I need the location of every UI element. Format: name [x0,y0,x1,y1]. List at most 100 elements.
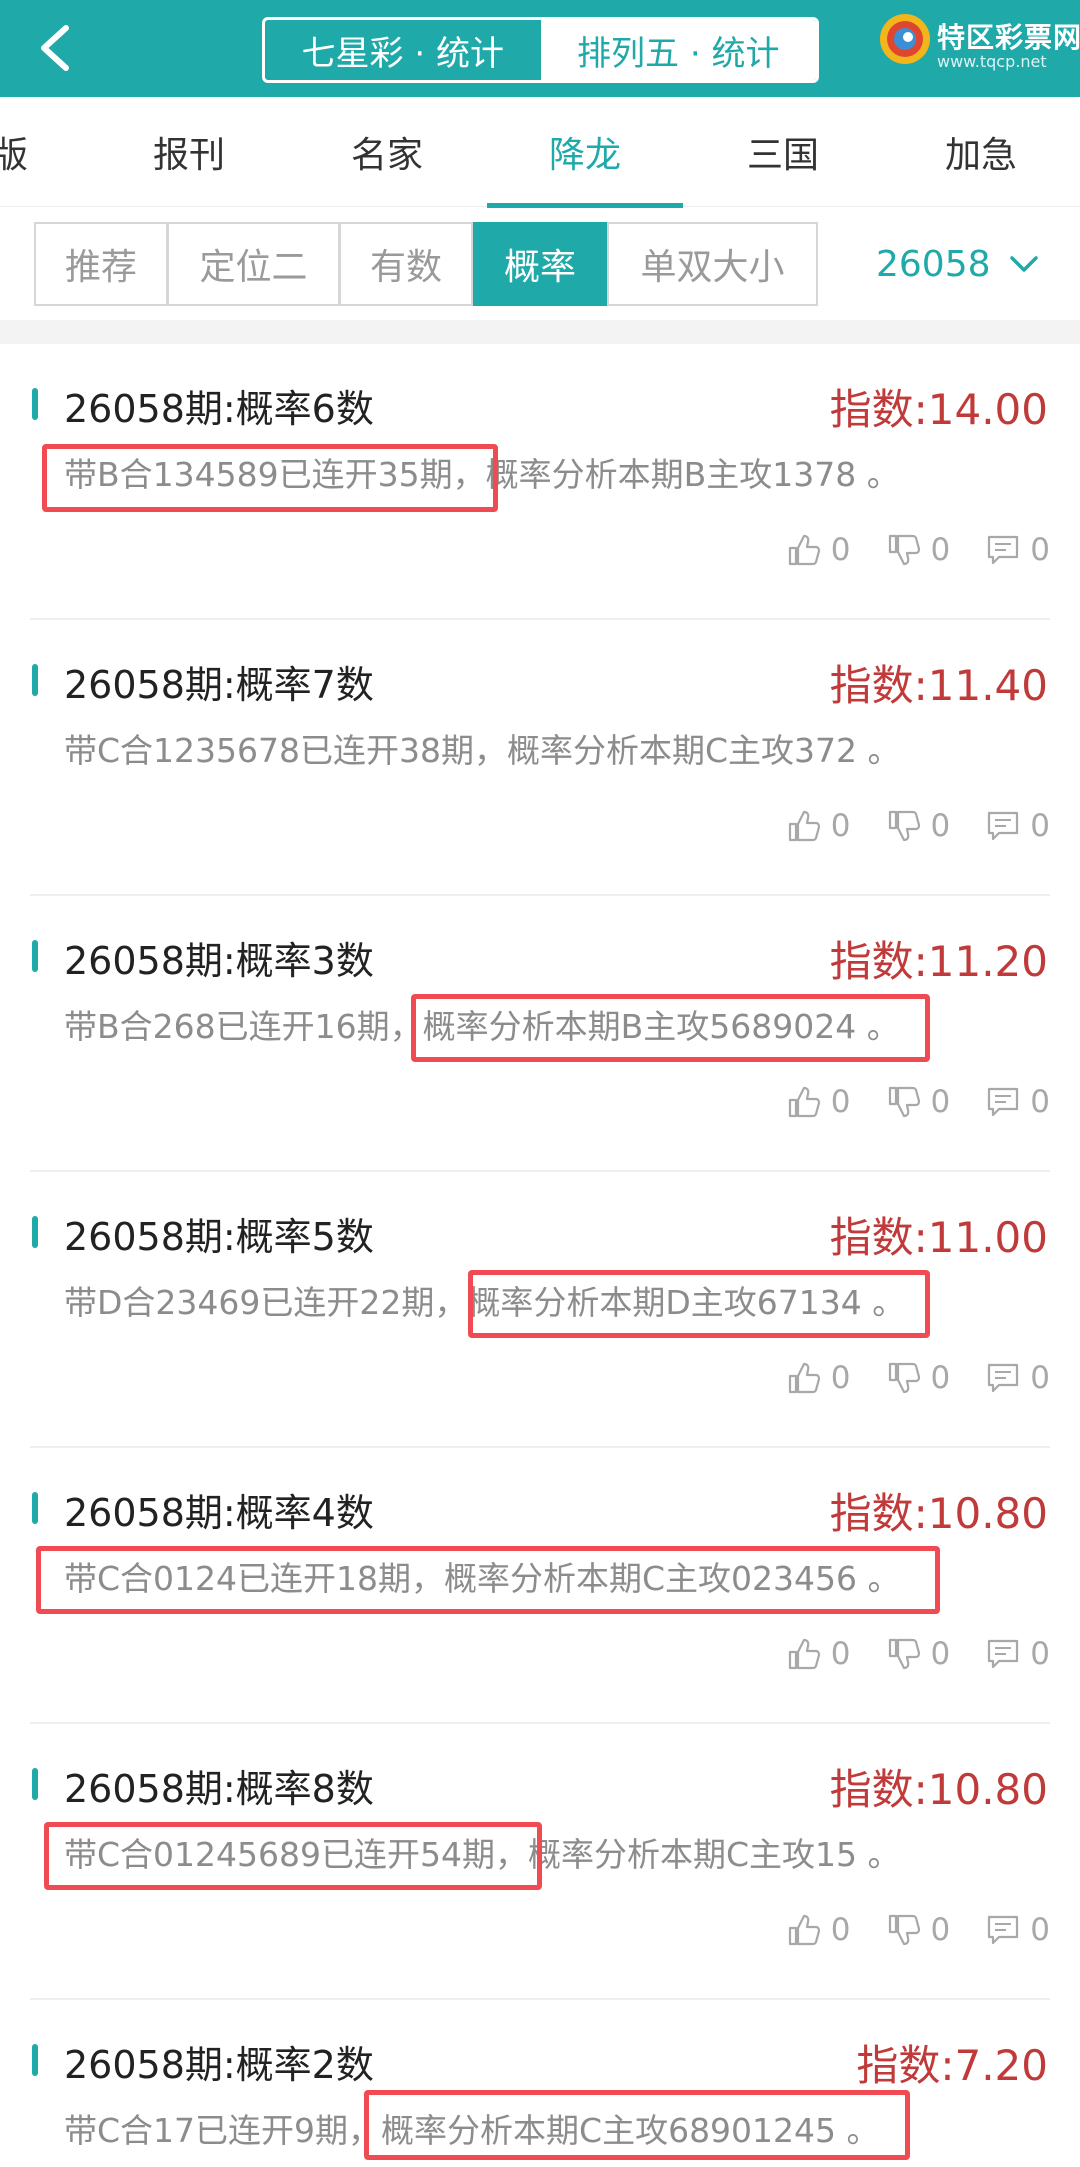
title-accent-bar [32,1492,38,1524]
item-actions: 0 0 0 [751,1082,1050,1122]
item-description: 带C合1235678已连开38期，概率分析本期C主攻372 。 [64,731,901,770]
dislike-count: 0 [930,1360,951,1396]
item-title: 26058期:概率4数 [64,1491,374,1535]
item-title: 26058期:概率6数 [64,387,374,431]
tab-sanguo[interactable]: 三国 [685,97,881,207]
comment-button[interactable]: 0 [986,1912,1050,1948]
filter-danshuang-daxiao[interactable]: 单双大小 [607,222,818,306]
filter-tuijian[interactable]: 推荐 [34,222,168,306]
list-item[interactable]: 26058期:概率2数 指数:7.20 带C合17已连开9期，概率分析本期C主攻… [0,2000,1080,2167]
logo-swirl-icon [880,14,930,64]
filter-youshu[interactable]: 有数 [339,222,473,306]
comment-button[interactable]: 0 [986,808,1050,844]
lottery-segment-control: 七星彩 · 统计 排列五 · 统计 [262,17,819,83]
comment-count: 0 [1030,532,1050,568]
thumbs-down-icon [888,534,920,566]
title-accent-bar [32,2044,38,2076]
like-button[interactable]: 0 [787,1636,851,1672]
thumbs-up-icon [788,1362,820,1394]
item-index-score: 指数:7.20 [856,2041,1048,2090]
item-description: 带B合268已连开16期，概率分析本期B主攻5689024 。 [64,1007,900,1046]
comment-icon [988,1639,1019,1669]
dislike-button[interactable]: 0 [887,1084,950,1120]
list-item[interactable]: 26058期:概率7数 指数:11.40 带C合1235678已连开38期，概率… [0,620,1080,896]
tab-baokan[interactable]: 报刊 [91,97,287,207]
comment-count: 0 [1030,808,1050,844]
list-item[interactable]: 26058期:概率5数 指数:11.00 带D合23469已连开22期，概率分析… [0,1172,1080,1448]
thumbs-up-icon [788,534,820,566]
item-title: 26058期:概率2数 [64,2043,374,2087]
like-button[interactable]: 0 [787,1084,851,1120]
filter-bar: 推荐 定位二 有数 概率 单双大小 26058 [0,208,1080,318]
thumbs-up-icon [788,1086,820,1118]
item-description: 带C合0124已连开18期，概率分析本期C主攻023456 。 [64,1559,901,1598]
title-accent-bar [32,1216,38,1248]
comment-icon [988,1087,1019,1117]
like-button[interactable]: 0 [787,808,851,844]
dislike-button[interactable]: 0 [887,1912,951,1948]
title-accent-bar [32,1768,38,1800]
item-index-score: 指数:10.80 [829,1765,1048,1814]
item-description: 带C合01245689已连开54期，概率分析本期C主攻15 。 [64,1835,901,1874]
like-button[interactable]: 0 [787,1360,851,1396]
item-title: 26058期:概率8数 [64,1767,374,1811]
filter-dingwei2[interactable]: 定位二 [167,222,340,306]
issue-selector[interactable]: 26058 [876,222,1039,306]
list-item[interactable]: 26058期:概率8数 指数:10.80 带C合01245689已连开54期，概… [0,1724,1080,2000]
item-actions: 0 0 0 [751,1634,1050,1674]
dislike-button[interactable]: 0 [887,808,951,844]
item-index-score: 指数:11.40 [829,661,1048,710]
item-description: 带B合134589已连开35期，概率分析本期B主攻1378 。 [64,455,900,494]
title-accent-bar [32,388,38,420]
like-button[interactable]: 0 [787,1912,851,1948]
tab-jiaji[interactable]: 加急 [883,97,1079,207]
like-count: 0 [830,1912,851,1948]
item-title: 26058期:概率7数 [64,663,374,707]
like-button[interactable]: 0 [787,532,851,568]
like-count: 0 [830,532,851,568]
dislike-button[interactable]: 0 [887,1636,951,1672]
app-header: 七星彩 · 统计 排列五 · 统计 特区彩票网 www.tqcp.net [0,0,1080,97]
segment-pailie5[interactable]: 排列五 · 统计 [540,20,816,80]
segment-qixingcai[interactable]: 七星彩 · 统计 [265,20,541,80]
item-index-score: 指数:11.00 [829,1213,1048,1262]
like-count: 0 [830,1084,851,1120]
dislike-count: 0 [930,1912,951,1948]
tab-jianglong[interactable]: 降龙 [487,97,683,207]
thumbs-down-icon [888,810,920,842]
thumbs-down-icon [888,1914,920,1946]
dislike-count: 0 [930,1636,951,1672]
dislike-button[interactable]: 0 [887,532,951,568]
list-item[interactable]: 26058期:概率3数 指数:11.20 带B合268已连开16期，概率分析本期… [0,896,1080,1172]
list-item[interactable]: 26058期:概率4数 指数:10.80 带C合0124已连开18期，概率分析本… [0,1448,1080,1724]
back-button[interactable] [28,18,88,78]
dislike-count: 0 [930,808,951,844]
comment-count: 0 [1030,1084,1050,1120]
issue-number: 26058 [876,243,991,285]
comment-button[interactable]: 0 [986,1360,1050,1396]
filter-gailv[interactable]: 概率 [473,222,607,306]
thumbs-up-icon [788,1638,820,1670]
comment-button[interactable]: 0 [986,532,1050,568]
item-title: 26058期:概率5数 [64,1215,374,1259]
comment-icon [988,1363,1019,1393]
title-accent-bar [32,664,38,696]
dislike-button[interactable]: 0 [887,1360,951,1396]
item-index-score: 指数:14.00 [829,385,1048,434]
comment-icon [988,535,1019,565]
item-actions: 0 0 0 [751,1358,1050,1398]
item-description: 带C合17已连开9期，概率分析本期C主攻68901245 。 [64,2111,880,2150]
list-item[interactable]: 26058期:概率6数 指数:14.00 带B合134589已连开35期，概率分… [0,344,1080,620]
thumbs-down-icon [888,1638,920,1670]
tab-mingjia[interactable]: 名家 [289,97,485,207]
tab-ban[interactable]: 版 [0,97,60,207]
item-actions: 0 0 0 [751,1910,1050,1950]
comment-button[interactable]: 0 [986,1084,1050,1120]
dislike-count: 0 [930,532,951,568]
thumbs-down-icon [888,1362,920,1394]
comment-button[interactable]: 0 [986,1636,1050,1672]
chevron-left-icon [41,25,69,71]
comment-count: 0 [1030,1912,1050,1948]
category-tabs: 版 报刊 名家 降龙 三国 加急 [0,97,1080,207]
item-index-score: 指数:11.20 [829,937,1048,986]
